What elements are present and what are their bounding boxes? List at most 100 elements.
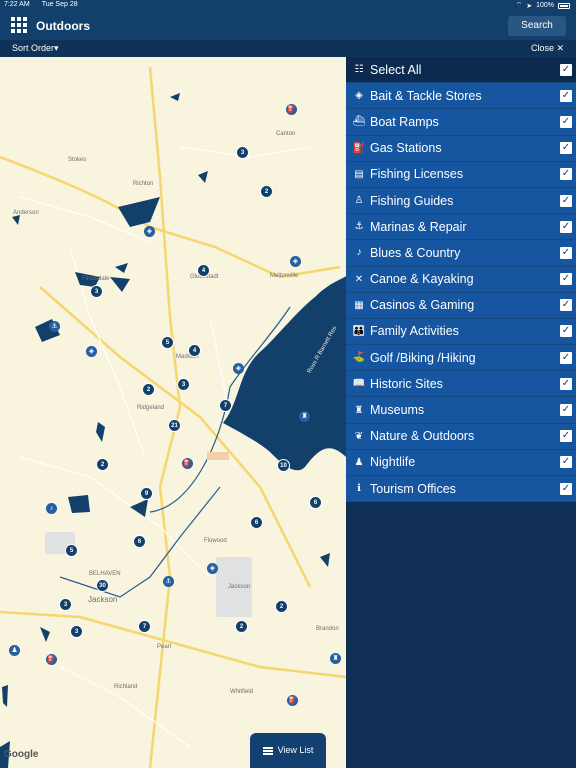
category-row-nature-outdoors[interactable]: ❦ Nature & Outdoors ✓ bbox=[346, 423, 576, 450]
category-checkbox[interactable]: ✓ bbox=[560, 456, 572, 469]
map-label: Jackson bbox=[228, 584, 251, 590]
category-checkbox[interactable]: ✓ bbox=[560, 351, 572, 364]
category-checkbox[interactable]: ✓ bbox=[560, 142, 572, 155]
sort-order-button[interactable]: Sort Order▾ bbox=[12, 43, 59, 54]
select-all-label: Select All bbox=[370, 62, 422, 77]
map-cluster[interactable]: 3 bbox=[70, 625, 83, 638]
museum-icon[interactable]: ♜ bbox=[330, 653, 341, 664]
category-checkbox[interactable]: ✓ bbox=[560, 325, 572, 338]
search-button[interactable]: Search bbox=[508, 16, 566, 36]
map-cluster[interactable]: 7 bbox=[219, 399, 232, 412]
music-note-icon[interactable]: ♪ bbox=[46, 503, 57, 514]
nightlife-icon[interactable]: ♟ bbox=[9, 645, 20, 656]
category-row-museums[interactable]: ♜ Museums ✓ bbox=[346, 397, 576, 424]
category-row-blues-country[interactable]: ♪ Blues & Country ✓ bbox=[346, 240, 576, 267]
map-cluster[interactable]: 3 bbox=[177, 378, 190, 391]
category-label: Bait & Tackle Stores bbox=[370, 88, 482, 103]
category-checkbox[interactable]: ✓ bbox=[560, 430, 572, 443]
map-view[interactable]: Stokes Richton Canton Anderson Flindsdal… bbox=[0, 57, 346, 768]
category-checkbox[interactable]: ✓ bbox=[560, 273, 572, 286]
category-row-golf-biking-hiking[interactable]: ⛳ Golf /Biking /Hiking ✓ bbox=[346, 345, 576, 372]
category-checkbox[interactable]: ✓ bbox=[560, 482, 572, 495]
battery-percentage: 100% bbox=[536, 2, 554, 9]
bait-icon[interactable]: ◈ bbox=[86, 346, 97, 357]
map-cluster[interactable]: 7 bbox=[138, 620, 151, 633]
casino-icon: ▦ bbox=[354, 299, 364, 311]
map-cluster[interactable]: 30 bbox=[96, 579, 109, 592]
map-cluster[interactable]: 6 bbox=[250, 516, 263, 529]
category-row-canoe-kayaking[interactable]: ✕ Canoe & Kayaking ✓ bbox=[346, 266, 576, 293]
map-label: Richland bbox=[114, 684, 138, 690]
google-logo: Google bbox=[4, 749, 39, 760]
map-cluster[interactable]: 6 bbox=[133, 535, 146, 548]
anchor-icon[interactable]: ⚓ bbox=[49, 321, 60, 332]
category-row-boat-ramps[interactable]: ⛴ Boat Ramps ✓ bbox=[346, 109, 576, 136]
category-label: Family Activities bbox=[370, 324, 459, 339]
anchor-icon[interactable]: ⚓ bbox=[163, 576, 174, 587]
category-row-family-activities[interactable]: 👪 Family Activities ✓ bbox=[346, 318, 576, 346]
map-cluster[interactable]: 21 bbox=[168, 419, 181, 432]
map-cluster[interactable]: 3 bbox=[90, 285, 103, 298]
map-label: Stokes bbox=[68, 157, 87, 163]
map-cluster[interactable]: 5 bbox=[161, 336, 174, 349]
category-label: Marinas & Repair bbox=[370, 219, 467, 234]
gas-pump-icon[interactable]: ⛽ bbox=[287, 695, 298, 706]
category-label: Nightlife bbox=[370, 455, 416, 470]
category-checkbox[interactable]: ✓ bbox=[560, 246, 572, 259]
map-cluster[interactable]: 3 bbox=[59, 598, 72, 611]
category-checkbox[interactable]: ✓ bbox=[560, 194, 572, 207]
category-label: Canoe & Kayaking bbox=[370, 272, 474, 287]
map-label: Jackson bbox=[88, 595, 118, 604]
category-checkbox[interactable]: ✓ bbox=[560, 220, 572, 233]
category-row-gas-stations[interactable]: ⛽ Gas Stations ✓ bbox=[346, 135, 576, 162]
map-cluster[interactable]: 6 bbox=[309, 496, 322, 509]
category-row-bait-tackle[interactable]: ◈ Bait & Tackle Stores ✓ bbox=[346, 83, 576, 110]
category-label: Fishing Guides bbox=[370, 193, 454, 208]
category-row-nightlife[interactable]: ♟ Nightlife ✓ bbox=[346, 449, 576, 476]
category-checkbox[interactable]: ✓ bbox=[560, 404, 572, 417]
map-cluster[interactable]: 10 bbox=[277, 459, 290, 472]
map-cluster[interactable]: 2 bbox=[275, 600, 288, 613]
museum-icon[interactable]: ♜ bbox=[299, 411, 310, 422]
category-row-tourism-offices[interactable]: ℹ Tourism Offices ✓ bbox=[346, 476, 576, 503]
bait-icon[interactable]: ◈ bbox=[233, 363, 244, 374]
map-cluster[interactable]: 2 bbox=[142, 383, 155, 396]
map-cluster[interactable]: 3 bbox=[236, 146, 249, 159]
category-label: Gas Stations bbox=[370, 141, 442, 156]
category-checkbox[interactable]: ✓ bbox=[560, 299, 572, 312]
view-list-label: View List bbox=[277, 745, 314, 755]
map-cluster[interactable]: 4 bbox=[197, 264, 210, 277]
museum-icon: ♜ bbox=[354, 404, 364, 416]
gas-pump-icon[interactable]: ⛽ bbox=[46, 654, 57, 665]
category-row-historic-sites[interactable]: 📖 Historic Sites ✓ bbox=[346, 371, 576, 398]
view-list-button[interactable]: View List bbox=[250, 733, 326, 768]
map-cluster[interactable]: 2 bbox=[260, 185, 273, 198]
map-cluster[interactable]: 2 bbox=[96, 458, 109, 471]
category-row-casinos-gaming[interactable]: ▦ Casinos & Gaming ✓ bbox=[346, 292, 576, 319]
select-all-row[interactable]: ☷ Select All ✓ bbox=[346, 57, 576, 84]
map-cluster[interactable]: 5 bbox=[65, 544, 78, 557]
category-checkbox[interactable]: ✓ bbox=[560, 115, 572, 128]
gas-pump-icon[interactable]: ⛽ bbox=[286, 104, 297, 115]
select-all-checkbox[interactable]: ✓ bbox=[560, 63, 572, 76]
golf-icon: ⛳ bbox=[352, 352, 366, 364]
paddle-icon: ✕ bbox=[354, 273, 364, 285]
app-grid-icon[interactable] bbox=[11, 17, 27, 33]
category-row-fishing-licenses[interactable]: ▤ Fishing Licenses ✓ bbox=[346, 161, 576, 188]
gas-pump-icon[interactable]: ⛽ bbox=[182, 458, 193, 469]
category-row-marinas-repair[interactable]: ⚓ Marinas & Repair ✓ bbox=[346, 214, 576, 241]
category-checkbox[interactable]: ✓ bbox=[560, 377, 572, 390]
map-label: Flowood bbox=[204, 538, 227, 544]
category-row-fishing-guides[interactable]: ♙ Fishing Guides ✓ bbox=[346, 187, 576, 215]
map-label: Canton bbox=[276, 131, 296, 137]
category-checkbox[interactable]: ✓ bbox=[560, 89, 572, 102]
map-cluster[interactable]: 4 bbox=[188, 344, 201, 357]
bait-icon[interactable]: ◈ bbox=[144, 226, 155, 237]
bait-icon[interactable]: ◈ bbox=[290, 256, 301, 267]
category-checkbox[interactable]: ✓ bbox=[560, 168, 572, 181]
bait-icon[interactable]: ◈ bbox=[207, 563, 218, 574]
map-cluster[interactable]: 2 bbox=[235, 620, 248, 633]
close-panel-button[interactable]: Close ✕ bbox=[531, 43, 564, 54]
map-label: Anderson bbox=[13, 210, 39, 216]
map-cluster[interactable]: 9 bbox=[140, 487, 153, 500]
